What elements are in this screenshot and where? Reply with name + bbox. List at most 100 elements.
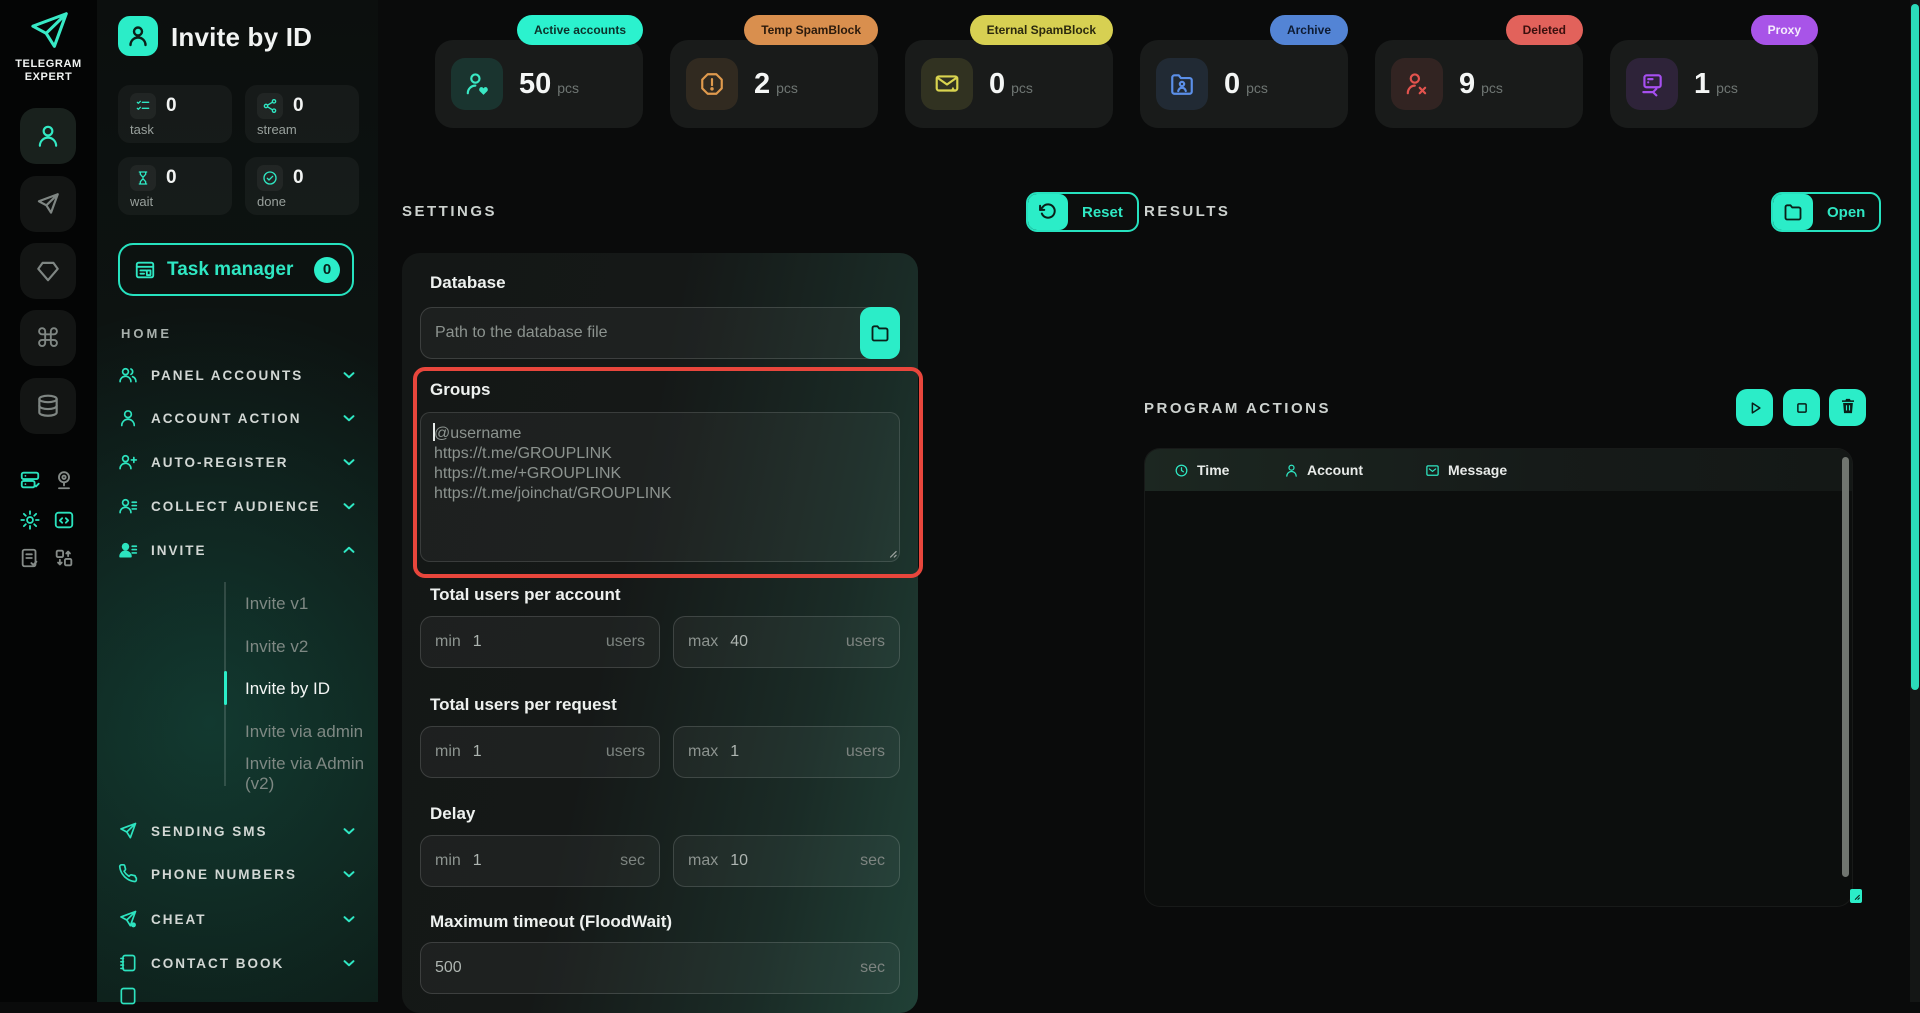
sidebar-item-auto-register[interactable]: AUTO-REGISTER	[118, 440, 358, 484]
counter-done: 0 done	[245, 157, 359, 215]
settings-title: SETTINGS	[402, 203, 498, 220]
folder-icon	[870, 323, 890, 343]
chevron-down-icon	[340, 453, 358, 471]
program-actions-table: Time Account Message	[1144, 448, 1853, 907]
telegram-expert-logo	[26, 8, 72, 54]
column-account[interactable]: Account	[1284, 462, 1363, 478]
page-title: Invite by ID	[171, 22, 313, 52]
partial-nav-icon	[118, 986, 138, 1006]
results-title: RESULTS	[1144, 203, 1231, 220]
min-users-per-request-input[interactable]: min 1 users	[420, 726, 660, 778]
rotate-ccw-icon	[1028, 194, 1068, 230]
sidebar-item-sending-sms[interactable]: SENDING SMS	[118, 809, 358, 853]
card-eternal-spamblock[interactable]: Eternal SpamBlock 0 pcs	[905, 15, 1113, 128]
submenu-invite-v1[interactable]: Invite v1	[245, 582, 308, 625]
play-button[interactable]	[1736, 389, 1773, 426]
submenu-invite-via-admin-v2[interactable]: Invite via Admin (v2)	[245, 752, 378, 795]
min-users-per-account-input[interactable]: min 1 users	[420, 616, 660, 668]
chevron-down-icon	[340, 409, 358, 427]
chevron-up-icon	[340, 541, 358, 559]
stop-icon	[1793, 399, 1811, 417]
browse-folder-button[interactable]	[860, 307, 900, 359]
section-label-home: HOME	[121, 326, 172, 341]
gear-icon[interactable]	[18, 508, 42, 532]
page-scrollbar-thumb[interactable]	[1911, 4, 1919, 690]
mail-icon	[1425, 463, 1440, 478]
mail-warning-icon	[921, 58, 973, 110]
command-icon: ⌘	[35, 323, 61, 353]
column-message[interactable]: Message	[1425, 462, 1507, 478]
reset-button[interactable]: Reset	[1026, 192, 1139, 232]
counter-stream: 0 stream	[245, 85, 359, 143]
counter-wait: 0 wait	[118, 157, 232, 215]
max-timeout-label: Maximum timeout (FloodWait)	[430, 912, 673, 931]
rail-premium-button[interactable]	[20, 243, 76, 299]
phone-icon	[118, 864, 138, 884]
icon-rail: TELEGRAM EXPERT ⌘	[0, 0, 97, 1002]
card-deleted[interactable]: Deleted 9 pcs	[1375, 15, 1583, 128]
rail-database-button[interactable]	[20, 378, 76, 434]
send-icon	[35, 191, 61, 217]
column-time[interactable]: Time	[1174, 462, 1229, 478]
submenu-invite-via-admin[interactable]: Invite via admin	[245, 710, 363, 753]
user-plus-icon	[118, 452, 138, 472]
users-icon	[118, 365, 138, 385]
task-manager-button[interactable]: Task manager 0	[118, 243, 354, 296]
user-heart-icon	[451, 58, 503, 110]
code-window-icon[interactable]	[52, 508, 76, 532]
user-list-icon	[118, 496, 138, 516]
total-users-per-request-label: Total users per request	[430, 695, 617, 714]
person-icon	[35, 123, 61, 149]
page-title-icon	[118, 16, 158, 56]
document-check-icon[interactable]	[18, 546, 42, 570]
submenu-invite-v2[interactable]: Invite v2	[245, 625, 308, 668]
sidebar-item-phone-numbers[interactable]: PHONE NUMBERS	[118, 852, 358, 896]
textarea-resize-grip[interactable]	[886, 547, 897, 558]
table-scrollbar-thumb[interactable]	[1842, 457, 1849, 877]
share-icon	[257, 93, 283, 119]
card-temp-spamblock[interactable]: Temp SpamBlock 2 pcs	[670, 15, 878, 128]
status-badge: Deleted	[1505, 15, 1583, 45]
sidebar-item-account-action[interactable]: ACCOUNT ACTION	[118, 396, 358, 440]
table-header: Time Account Message	[1145, 449, 1852, 491]
checklist-icon	[130, 93, 156, 119]
status-badge: Archive	[1269, 15, 1348, 45]
database-icon	[35, 393, 61, 419]
database-path-input[interactable]	[421, 308, 860, 358]
trash-button[interactable]	[1829, 389, 1866, 426]
user-x-icon	[1391, 58, 1443, 110]
counter-task: 0 task	[118, 85, 232, 143]
sidebar-item-contact-book[interactable]: CONTACT BOOK	[118, 941, 358, 985]
table-resize-grip[interactable]	[1850, 889, 1862, 903]
proxy-server-icon	[1626, 58, 1678, 110]
stop-button[interactable]	[1783, 389, 1820, 426]
sidebar-item-collect-audience[interactable]: COLLECT AUDIENCE	[118, 484, 358, 528]
open-results-button[interactable]: Open	[1771, 192, 1882, 232]
max-users-per-request-input[interactable]: max 1 users	[673, 726, 900, 778]
sidebar-item-invite[interactable]: INVITE	[118, 528, 358, 572]
rail-command-button[interactable]: ⌘	[20, 310, 76, 366]
text-caret	[433, 423, 435, 441]
chevron-down-icon	[340, 822, 358, 840]
max-users-per-account-input[interactable]: max 40 users	[673, 616, 900, 668]
card-proxy[interactable]: Proxy 1 pcs	[1610, 15, 1818, 128]
rail-send-button[interactable]	[20, 176, 76, 232]
floodwait-timeout-input[interactable]: 500 sec	[420, 942, 900, 994]
rail-accounts-button[interactable]	[20, 108, 76, 164]
groups-textarea[interactable]	[420, 412, 900, 562]
swap-icon[interactable]	[52, 546, 76, 570]
user-list-icon	[118, 540, 138, 560]
submenu-invite-by-id[interactable]: Invite by ID	[245, 667, 330, 710]
server-check-icon[interactable]	[18, 468, 42, 492]
sidebar-item-cheat[interactable]: CHEAT	[118, 897, 358, 941]
max-delay-input[interactable]: max 10 sec	[673, 835, 900, 887]
total-users-per-account-label: Total users per account	[430, 585, 621, 604]
delay-label: Delay	[430, 804, 476, 823]
sidebar-item-panel-accounts[interactable]: PANEL ACCOUNTS	[118, 353, 358, 397]
webcam-icon[interactable]	[52, 468, 76, 492]
hourglass-icon	[130, 165, 156, 191]
card-archive[interactable]: Archive 0 pcs	[1140, 15, 1348, 128]
database-label: Database	[430, 273, 506, 292]
min-delay-input[interactable]: min 1 sec	[420, 835, 660, 887]
card-active-accounts[interactable]: Active accounts 50 pcs	[435, 15, 643, 128]
